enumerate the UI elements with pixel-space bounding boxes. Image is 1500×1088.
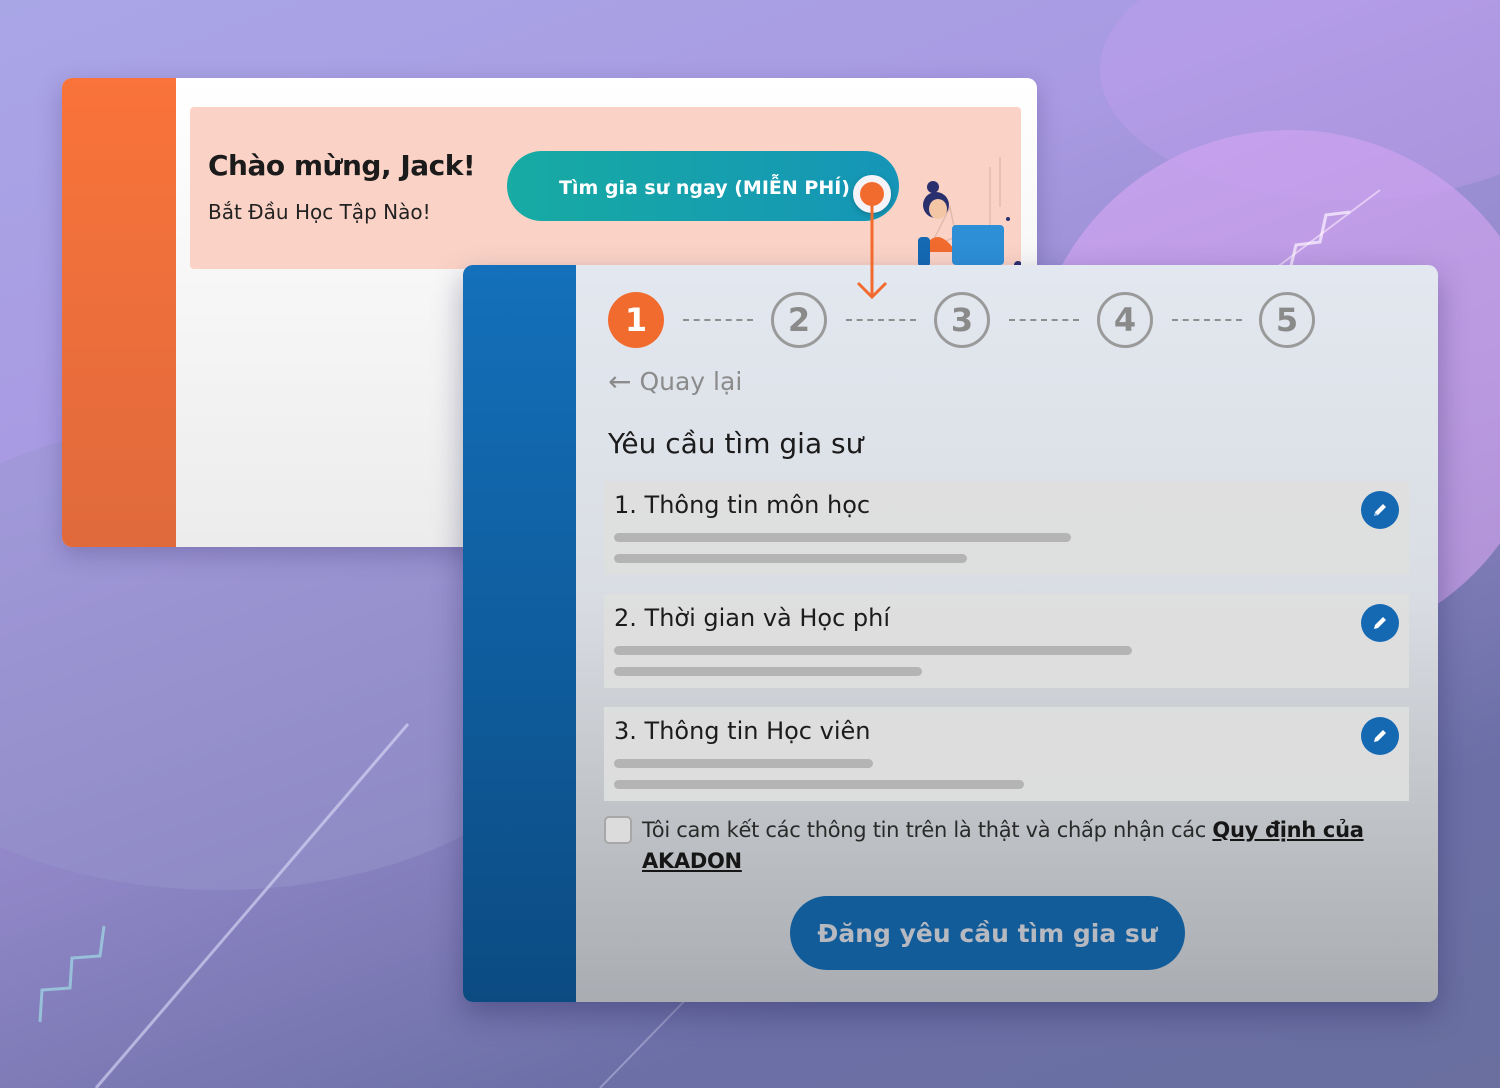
step-separator: [1172, 319, 1242, 321]
section-title: 3. Thông tin Học viên: [614, 717, 871, 745]
pencil-icon: [1374, 617, 1386, 629]
down-arrow-icon: [856, 205, 888, 300]
step-5[interactable]: 5: [1259, 292, 1315, 348]
back-label: Quay lại: [639, 367, 743, 396]
welcome-banner: Chào mừng, Jack! Bắt Đầu Học Tập Nào! Tì…: [190, 107, 1021, 269]
dashboard-sidebar: [62, 78, 176, 547]
step-separator: [846, 319, 916, 321]
placeholder-line: [614, 533, 1071, 542]
pencil-icon: [1374, 730, 1386, 742]
placeholder-line: [614, 780, 1024, 789]
edit-student-info-button[interactable]: [1361, 717, 1399, 755]
request-sidebar: [463, 265, 576, 1002]
form-title: Yêu cầu tìm gia sư: [608, 427, 864, 460]
tutor-request-window: 1 2 3 4 5 ← Quay lại Yêu cầu tìm gia sư …: [463, 265, 1438, 1002]
placeholder-line: [614, 646, 1132, 655]
placeholder-line: [614, 667, 922, 676]
welcome-title: Chào mừng, Jack!: [208, 149, 476, 182]
stepper: 1 2 3 4 5: [608, 292, 1328, 350]
step-4[interactable]: 4: [1097, 292, 1153, 348]
commitment-checkbox[interactable]: [604, 816, 632, 844]
step-2[interactable]: 2: [771, 292, 827, 348]
pencil-icon: [1374, 504, 1386, 516]
step-3[interactable]: 3: [934, 292, 990, 348]
section-title: 2. Thời gian và Học phí: [614, 604, 891, 632]
section-time-fee: 2. Thời gian và Học phí: [604, 594, 1409, 688]
step-1[interactable]: 1: [608, 292, 664, 348]
back-link[interactable]: ← Quay lại: [608, 367, 742, 396]
step-separator: [1009, 319, 1079, 321]
placeholder-line: [614, 554, 967, 563]
commitment-statement: Tôi cam kết các thông tin trên là thật v…: [642, 818, 1213, 842]
section-title: 1. Thông tin môn học: [614, 491, 871, 519]
welcome-subtitle: Bắt Đầu Học Tập Nào!: [208, 200, 431, 224]
commitment-text: Tôi cam kết các thông tin trên là thật v…: [642, 815, 1412, 877]
section-subject-info: 1. Thông tin môn học: [604, 481, 1409, 575]
edit-time-fee-button[interactable]: [1361, 604, 1399, 642]
section-student-info: 3. Thông tin Học viên: [604, 707, 1409, 801]
submit-request-button[interactable]: Đăng yêu cầu tìm gia sư: [790, 896, 1185, 970]
edit-subject-info-button[interactable]: [1361, 491, 1399, 529]
placeholder-line: [614, 759, 873, 768]
arrow-left-icon: ←: [608, 364, 632, 398]
step-separator: [683, 319, 753, 321]
